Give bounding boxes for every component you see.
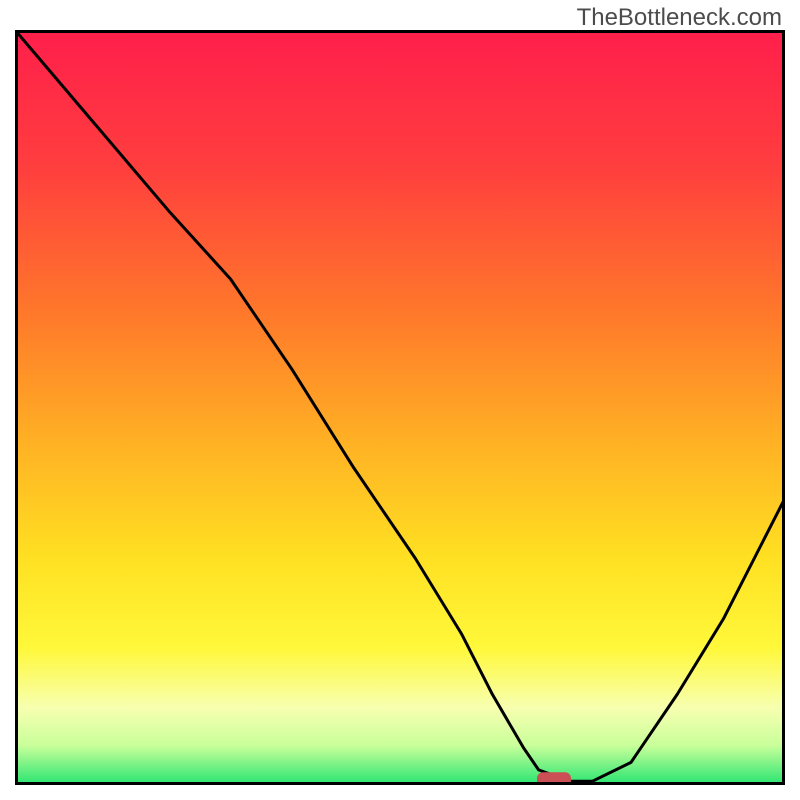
bottleneck-chart [15, 30, 785, 785]
watermark-text: TheBottleneck.com [577, 4, 782, 32]
gradient-background [17, 32, 783, 783]
plot-area [15, 30, 785, 785]
chart-container: TheBottleneck.com [0, 0, 800, 800]
